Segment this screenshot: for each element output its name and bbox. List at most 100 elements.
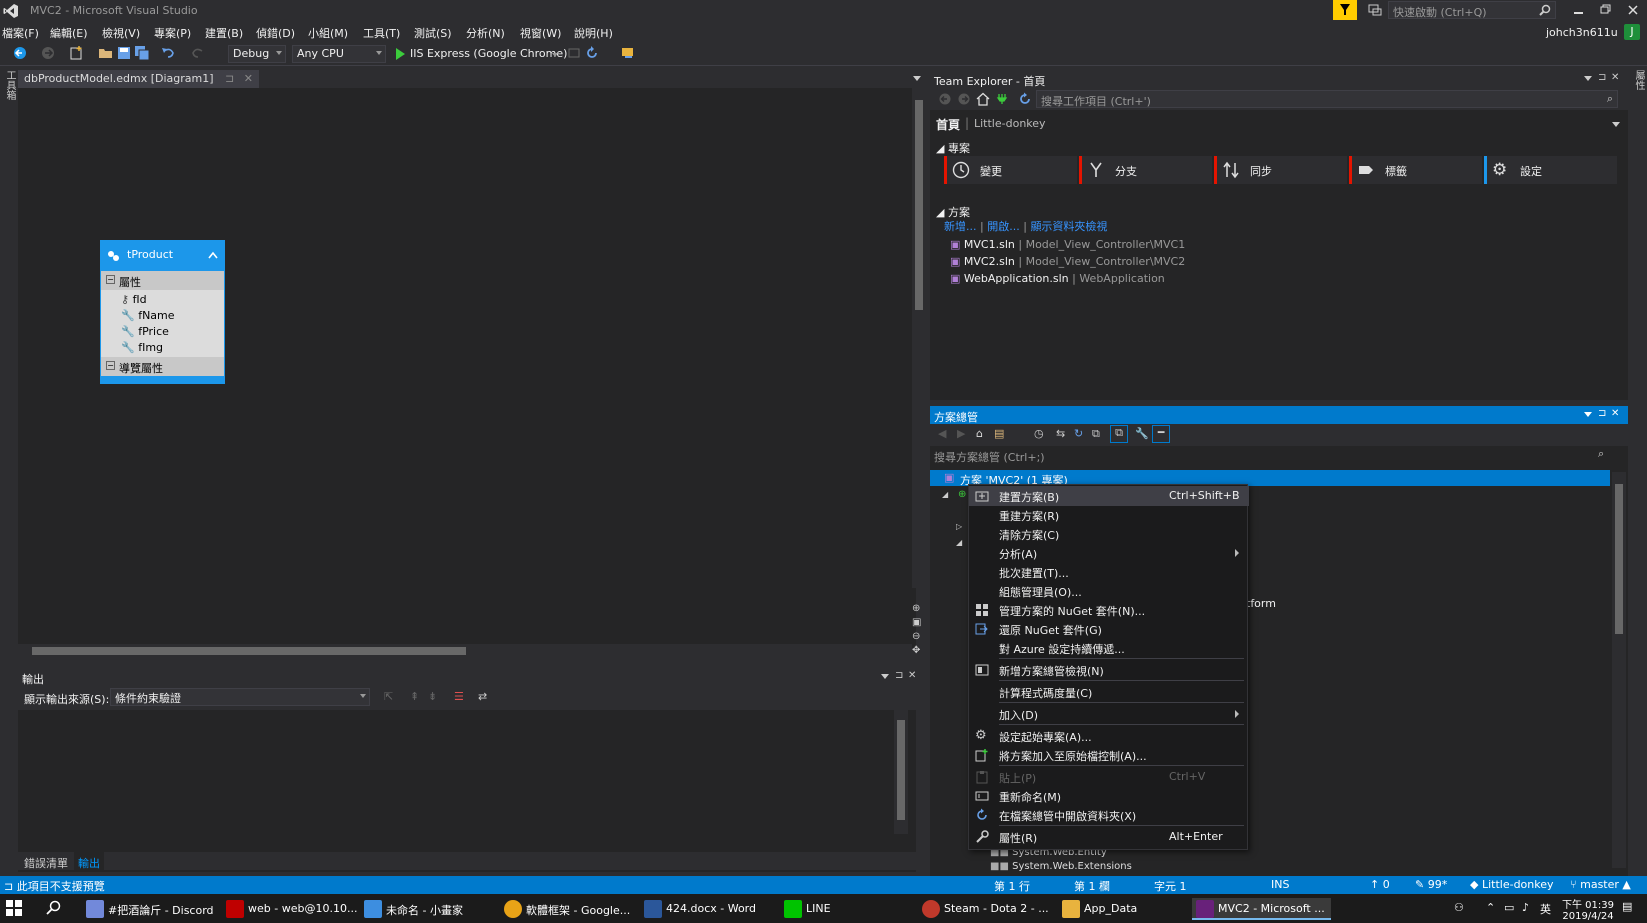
menu-test[interactable]: 測試(S) [414,25,452,41]
menu-item-properties[interactable]: 屬性(R) Alt+Enter [969,827,1249,847]
network-icon[interactable]: ▭ [1504,901,1514,914]
open-solution-link[interactable]: 開啟... [987,220,1020,233]
taskbar-app[interactable]: 未命名 - 小畫家 [360,898,469,920]
output-source-select[interactable]: 條件約束驗證 [110,688,370,706]
refresh-browser-icon[interactable] [584,45,600,61]
pin-icon[interactable]: ⊐ [895,670,903,681]
switch-views-icon[interactable]: ▤ [994,427,1004,440]
collapse-all-icon[interactable]: ⧉ [1092,427,1100,441]
collapse-section-icon[interactable]: − [106,275,115,284]
output-vertical-scrollbar[interactable] [894,710,908,834]
te-button-changes[interactable]: 變更 [944,156,1077,184]
save-all-icon[interactable] [134,45,150,61]
collapse-entity-icon[interactable] [208,251,218,259]
menu-help[interactable]: 說明(H) [574,25,613,41]
show-all-files-icon[interactable]: ⧉ [1110,425,1128,443]
entity-property-row[interactable]: 🔧 fImg [121,341,163,354]
zoom-to-fit-icon[interactable]: ▣ [912,617,926,631]
chevron-down-icon[interactable] [1612,122,1620,127]
people-icon[interactable]: ⚇ [1454,901,1464,914]
save-icon[interactable] [116,45,132,61]
solution-list-item[interactable]: ▣ MVC2.sln | Model_View_Controller\MVC2 [950,255,1185,268]
quick-launch-input[interactable]: 快速啟動 (Ctrl+Q) [1388,1,1556,19]
project-section-header[interactable]: ◢ 專案 [936,140,970,156]
user-avatar[interactable]: J [1624,24,1640,40]
menu-item-analyze[interactable]: 分析(A) [969,543,1249,563]
close-icon[interactable]: ✕ [1611,408,1619,419]
pin-icon[interactable]: ⊐ [1598,408,1606,419]
document-tab[interactable]: dbProductModel.edmx [Diagram1] ⊐ ✕ [18,70,259,88]
menu-item-azure-delivery[interactable]: 對 Azure 設定持續傳遞... [969,638,1249,658]
expand-arrow-icon[interactable]: ◢ [942,490,948,499]
close-window-icon[interactable] [1627,3,1639,17]
scrollbar-thumb[interactable] [32,647,466,655]
menu-item-restore-nuget[interactable]: 還原 NuGet 套件(G) [969,619,1249,639]
taskbar-app[interactable]: App_Data [1058,898,1143,920]
window-options-icon[interactable] [881,674,889,679]
scrollbar-thumb[interactable] [915,100,923,310]
clock[interactable]: 下午 01:39 2019/4/24 [1560,896,1616,922]
editor-horizontal-scrollbar[interactable] [18,644,912,658]
menu-project[interactable]: 專案(P) [154,25,191,41]
minimize-icon[interactable] [1573,3,1585,17]
taskbar-app[interactable]: 軟體框架 - Google... [500,898,636,920]
te-button-sync[interactable]: 同步 [1214,156,1347,184]
scrollbar-thumb[interactable] [897,720,905,820]
taskbar-app[interactable]: 424.docx - Word [640,898,762,920]
solution-list-item[interactable]: ▣ MVC1.sln | Model_View_Controller\MVC1 [950,238,1185,251]
menu-file[interactable]: 檔案(F) [2,25,39,41]
clear-all-icon[interactable]: ☰ [454,690,464,703]
pin-icon[interactable]: ⊐ [1598,72,1606,83]
tree-item-reference[interactable]: ■■ System.Web.Extensions [990,861,1132,872]
close-icon[interactable]: ✕ [908,670,916,681]
pin-icon[interactable]: ⊐ [225,72,234,85]
search-icon[interactable] [46,900,62,916]
taskbar-app[interactable]: #把酒論斤 - Discord [82,898,220,920]
menu-item-rebuild-solution[interactable]: 重建方案(R) [969,505,1249,525]
navigate-back-icon[interactable] [12,45,28,61]
menu-item-build-solution[interactable]: 建置方案(B) Ctrl+Shift+B [969,486,1249,506]
folder-view-link[interactable]: 顯示資料夾檢視 [1030,220,1107,233]
notification-flag-icon[interactable] [1333,0,1357,20]
undo-icon[interactable] [160,45,176,61]
edmx-designer-surface[interactable]: tProduct − 屬性 ⚷ fId 🔧 fName 🔧 fPrice 🔧 f… [18,88,926,658]
zoom-out-icon[interactable]: ⊖ [912,631,926,645]
solution-platform-select[interactable]: Any CPU [292,45,386,63]
pan-icon[interactable]: ✥ [912,645,926,659]
notification-center-icon[interactable]: ▤ [1622,900,1632,913]
tray-chevron-up-icon[interactable]: ⌃ [1486,901,1495,914]
menu-edit[interactable]: 編輯(E) [50,25,88,41]
status-branch[interactable]: ⑂ master ▲ [1570,878,1631,891]
menu-debug[interactable]: 偵錯(D) [256,25,295,41]
status-repository[interactable]: ◆ Little-donkey [1470,878,1554,891]
home-icon[interactable] [976,92,990,106]
menu-item-add-to-source-control[interactable]: 將方案加入至原始檔控制(A)... [969,745,1249,765]
solution-explorer-search[interactable]: 搜尋方案總管 (Ctrl+;) ⌕ [930,446,1628,464]
te-button-tags[interactable]: 標籤 [1349,156,1482,184]
menu-analyze[interactable]: 分析(N) [466,25,505,41]
expand-arrow-icon[interactable]: ◢ [956,538,962,547]
collapsed-arrow-icon[interactable]: ▷ [956,522,962,531]
te-button-branches[interactable]: 分支 [1079,156,1212,184]
find-message-icon[interactable]: ⇱ [384,690,393,703]
browser-link-icon[interactable] [566,45,582,61]
forward-icon[interactable] [957,92,971,106]
tab-error-list[interactable]: 錯誤清單 [24,855,68,871]
tab-output[interactable]: 輸出 [74,852,104,870]
taskbar-app[interactable]: LINE [780,898,837,920]
back-icon[interactable] [938,92,952,106]
taskbar-app-active[interactable]: MVC2 - Microsoft ... [1192,898,1331,920]
menu-item-startup-projects[interactable]: ⚙ 設定起始專案(A)... [969,726,1249,746]
taskbar-app[interactable]: web - web@10.10... [222,898,363,920]
menu-item-clean-solution[interactable]: 清除方案(C) [969,524,1249,544]
go-next-icon[interactable]: ⇟ [428,690,437,703]
entity-property-row[interactable]: ⚷ fId [121,293,147,306]
tab-overflow-icon[interactable] [913,76,921,81]
menu-item-configuration-manager[interactable]: 組態管理員(O)... [969,581,1249,601]
entity-name[interactable]: tProduct [127,248,173,261]
menu-window[interactable]: 視窗(W) [520,25,561,41]
navigation-section-header[interactable]: − 導覽屬性 [101,357,224,376]
te-button-settings[interactable]: ⚙ 設定 [1484,156,1617,184]
menu-item-batch-build[interactable]: 批次建置(T)... [969,562,1249,582]
scrollbar-thumb[interactable] [1615,484,1623,634]
